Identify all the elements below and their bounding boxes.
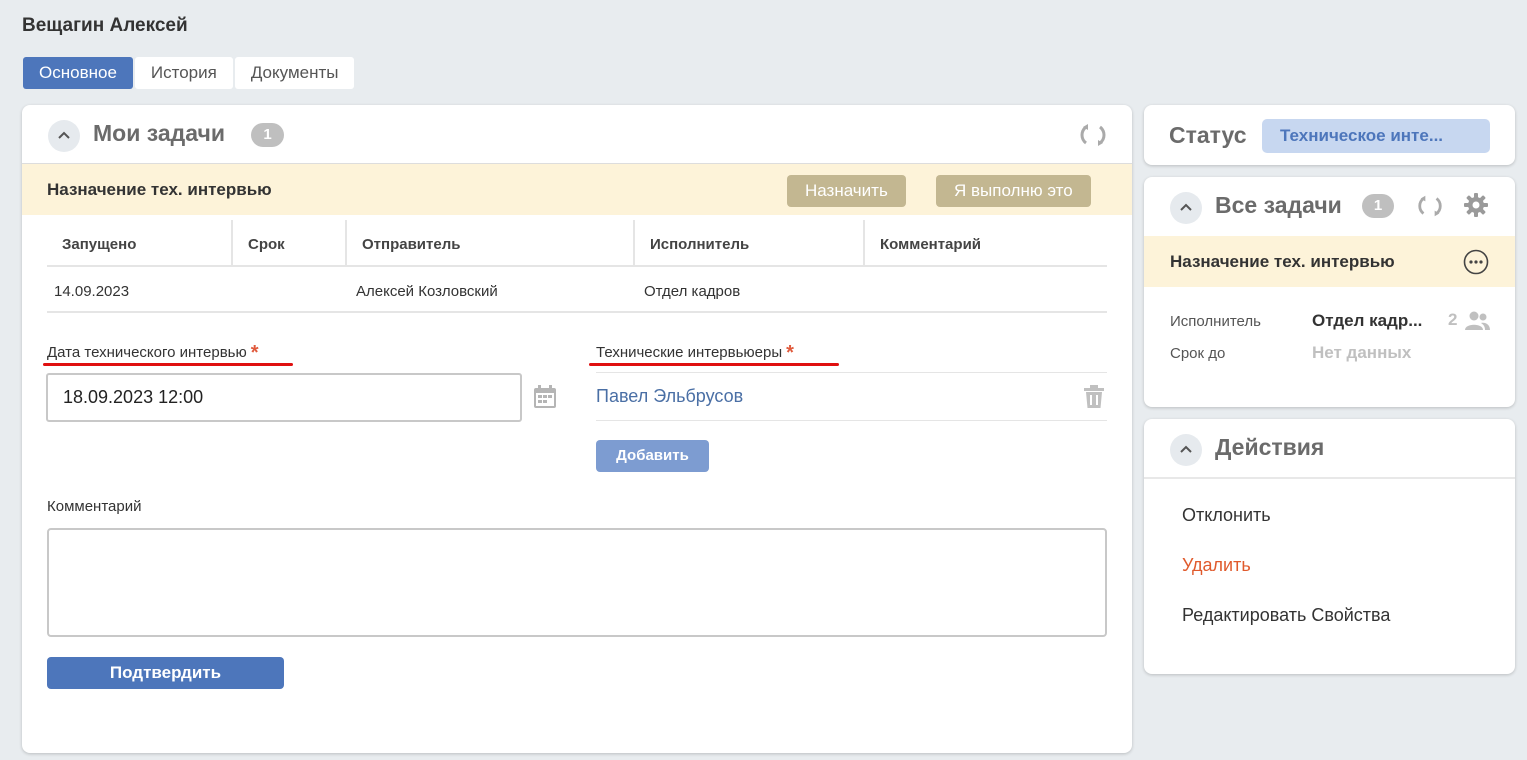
table-row[interactable]: 14.09.2023 Алексей Козловский Отдел кадр… [47, 267, 1107, 313]
take-task-button[interactable]: Я выполню это [936, 175, 1091, 207]
tab-bar: Основное История Документы [23, 57, 355, 89]
table-header: Запущено Срок Отправитель Исполнитель Ко… [47, 220, 1107, 267]
chevron-up-icon [58, 131, 70, 139]
refresh-icon[interactable] [1078, 120, 1108, 150]
collapse-actions-button[interactable] [1170, 434, 1202, 466]
action-delete[interactable]: Удалить [1182, 555, 1251, 576]
all-tasks-task-name: Назначение тех. интервью [1170, 252, 1395, 271]
actions-card: Действия Отклонить Удалить Редактировать… [1144, 419, 1515, 674]
executor-count: 2 [1448, 310, 1458, 329]
all-tasks-task-banner[interactable]: Назначение тех. интервью [1144, 236, 1515, 287]
my-tasks-title: Мои задачи [93, 120, 225, 146]
collapse-all-tasks-button[interactable] [1170, 192, 1202, 224]
tab-documents[interactable]: Документы [234, 57, 355, 89]
trash-icon[interactable] [1083, 385, 1105, 409]
status-badge[interactable]: Техническое инте... [1262, 119, 1490, 153]
interviewer-row: Павел Эльбрусов [596, 372, 1107, 421]
due-label: Срок до [1170, 345, 1226, 362]
required-underline [589, 363, 839, 366]
task-table: Запущено Срок Отправитель Исполнитель Ко… [47, 220, 1107, 313]
all-tasks-count-badge: 1 [1362, 194, 1394, 218]
task-banner: Назначение тех. интервью Назначить Я вып… [22, 163, 1132, 215]
table-cell: 14.09.2023 [54, 283, 130, 300]
table-cell [233, 267, 349, 311]
calendar-icon[interactable] [532, 384, 558, 410]
column-header: Исполнитель [635, 220, 865, 265]
required-underline [43, 363, 293, 366]
required-mark: * [786, 342, 794, 364]
all-tasks-title: Все задачи [1215, 192, 1342, 218]
table-cell: Алексей Козловский [356, 283, 498, 300]
due-value: Нет данных [1312, 343, 1412, 362]
date-input[interactable]: 18.09.2023 12:00 [46, 373, 522, 422]
executor-label: Исполнитель [1170, 313, 1261, 330]
interviewer-link[interactable]: Павел Эльбрусов [596, 386, 743, 407]
people-icon[interactable] [1464, 310, 1490, 332]
column-header: Отправитель [347, 220, 635, 265]
page-title: Вещагин Алексей [22, 15, 188, 36]
status-label: Статус [1169, 122, 1247, 148]
my-tasks-card: Мои задачи 1 Назначение тех. интервью На… [22, 105, 1132, 753]
date-field-label: Дата технического интервью * [47, 340, 259, 364]
status-card: Статус Техническое инте... [1144, 105, 1515, 165]
interviewers-field-label-text: Технические интервьюеры [596, 344, 783, 361]
column-header: Комментарий [880, 236, 982, 253]
more-options-icon[interactable] [1463, 249, 1489, 275]
column-header: Запущено [47, 220, 233, 265]
divider [1144, 477, 1515, 479]
comment-label: Комментарий [47, 498, 142, 515]
confirm-button[interactable]: Подтвердить [47, 657, 284, 689]
collapse-my-tasks-button[interactable] [48, 120, 80, 152]
table-cell [867, 267, 1107, 311]
chevron-up-icon [1180, 445, 1192, 453]
table-cell: Отдел кадров [644, 283, 741, 300]
date-field-label-text: Дата технического интервью [47, 344, 247, 361]
all-tasks-card: Все задачи 1 Назначение тех. интервью Ис… [1144, 177, 1515, 407]
required-mark: * [250, 342, 259, 364]
actions-title: Действия [1215, 434, 1325, 460]
assign-button[interactable]: Назначить [787, 175, 906, 207]
tab-history[interactable]: История [134, 57, 233, 89]
gear-icon[interactable] [1463, 192, 1489, 218]
interviewers-field-label: Технические интервьюеры * [596, 340, 794, 364]
column-header: Срок [233, 220, 347, 265]
add-interviewer-button[interactable]: Добавить [596, 440, 709, 472]
refresh-icon[interactable] [1416, 192, 1444, 220]
action-edit-properties[interactable]: Редактировать Свойства [1182, 605, 1390, 626]
comment-textarea[interactable] [47, 528, 1107, 637]
my-tasks-header: Мои задачи 1 [22, 105, 1132, 163]
my-tasks-count-badge: 1 [251, 123, 284, 147]
task-name: Назначение тех. интервью [47, 180, 272, 199]
executor-value: Отдел кадр... [1312, 311, 1423, 330]
tab-main[interactable]: Основное [23, 57, 133, 89]
chevron-up-icon [1180, 203, 1192, 211]
action-reject[interactable]: Отклонить [1182, 505, 1271, 526]
